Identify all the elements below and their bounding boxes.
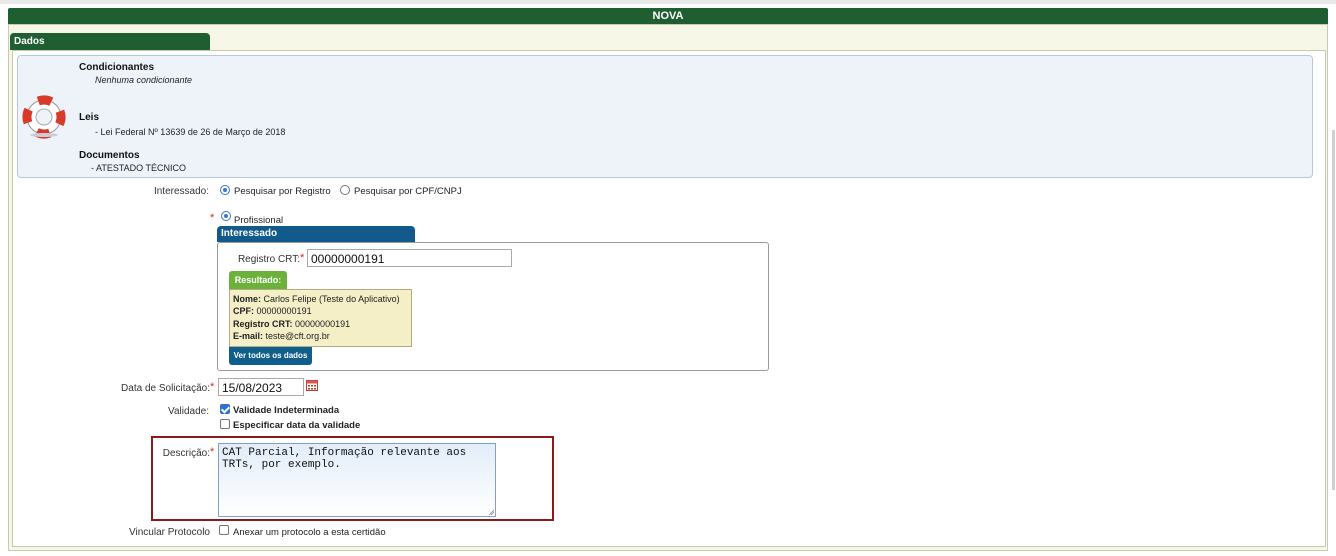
leis-value: - Lei Federal Nº 13639 de 26 de Março de… xyxy=(95,127,286,137)
calendar-icon[interactable] xyxy=(306,380,318,391)
validade-label: Validade: xyxy=(168,406,209,417)
resultado-box: Nome: Carlos Felipe (Teste do Aplicativo… xyxy=(229,289,412,347)
descricao-label: Descrição: xyxy=(162,448,210,459)
tab-interessado: Interessado xyxy=(217,226,415,242)
lifebuoy-icon xyxy=(22,95,66,139)
resultado-tab: Resultado: xyxy=(229,271,287,289)
interessado-label: Interessado: xyxy=(153,186,209,197)
radio-pesquisar-registro-label: Pesquisar por Registro xyxy=(234,186,331,197)
ver-todos-button[interactable]: Ver todos os dados xyxy=(229,347,312,365)
anexar-protocolo-label: Anexar um protocolo a esta certidão xyxy=(233,527,386,538)
especificar-data-checkbox[interactable] xyxy=(220,419,230,429)
page-header: NOVA xyxy=(8,8,1328,24)
info-box xyxy=(17,55,1313,178)
validade-indeterminada-checkbox[interactable] xyxy=(220,404,230,414)
tab-dados[interactable]: Dados xyxy=(10,33,210,50)
resultado-registro: Registro CRT: 00000000191 xyxy=(233,318,351,329)
documentos-value: - ATESTADO TÉCNICO xyxy=(91,163,187,173)
condicionantes-title: Condicionantes xyxy=(79,62,155,73)
registro-crt-input[interactable]: 00000000191 xyxy=(307,249,512,267)
descricao-text: CAT Parcial, Informação relevante aos TR… xyxy=(222,447,467,471)
resultado-email: E-mail: teste@cft.org.br xyxy=(233,331,330,342)
radio-pesquisar-registro[interactable] xyxy=(220,185,230,195)
registro-crt-label: Registro CRT: xyxy=(237,254,300,265)
top-border xyxy=(0,0,1336,4)
especificar-data-label: Especificar data da validade xyxy=(233,420,361,431)
resize-grip-icon[interactable] xyxy=(488,509,494,515)
data-solicitacao-input[interactable]: 15/08/2023 xyxy=(218,378,304,396)
resultado-nome: Nome: Carlos Felipe (Teste do Aplicativo… xyxy=(233,294,400,304)
scrollbar[interactable] xyxy=(1332,130,1335,490)
radio-pesquisar-cpf-label: Pesquisar por CPF/CNPJ xyxy=(354,186,462,197)
anexar-protocolo-checkbox[interactable] xyxy=(219,525,229,535)
required-marker: * xyxy=(210,446,215,458)
descricao-textarea[interactable]: CAT Parcial, Informação relevante aos TR… xyxy=(218,443,496,517)
required-marker: * xyxy=(300,252,305,264)
vincular-protocolo-label: Vincular Protocolo xyxy=(129,527,210,538)
radio-profissional-label: Profissional xyxy=(234,215,284,226)
leis-title: Leis xyxy=(79,112,100,123)
condicionantes-value: Nenhuma condicionante xyxy=(95,75,193,85)
radio-profissional[interactable] xyxy=(221,211,231,221)
required-marker: * xyxy=(210,212,215,224)
documentos-title: Documentos xyxy=(79,150,140,161)
resultado-cpf: CPF: 00000000191 xyxy=(233,306,312,317)
validade-indeterminada-label: Validade Indeterminada xyxy=(233,405,340,416)
required-marker: * xyxy=(210,381,215,393)
data-solicitacao-label: Data de Solicitação: xyxy=(121,383,210,394)
radio-pesquisar-cpf[interactable] xyxy=(340,185,350,195)
